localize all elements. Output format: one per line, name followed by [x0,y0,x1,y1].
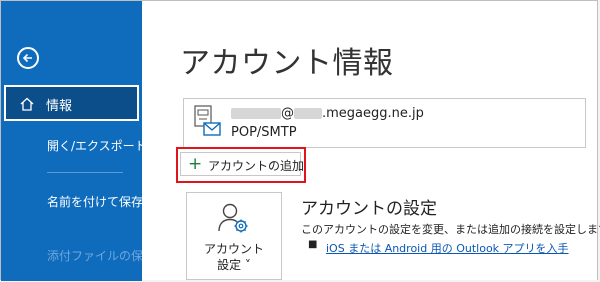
sidebar-item-label: 情報 [46,99,73,114]
sidebar-item-save-as[interactable]: 名前を付けて保存 [47,193,143,210]
sidebar-item-info[interactable]: 情報 [4,85,139,121]
account-type: POP/SMTP [231,125,297,140]
account-selector[interactable]: @ .megaegg.ne.jp POP/SMTP [183,98,586,148]
redacted-text [231,108,281,119]
sidebar-item-open-export[interactable]: 開く/エクスポート [47,137,147,154]
account-settings-icon [218,203,248,233]
account-settings-button[interactable]: アカウント 設定 ˅ [186,192,282,280]
sidebar-divider [47,172,123,173]
section-description: このアカウントの設定を変更、または追加の接続を設定します。 [301,223,600,236]
back-button[interactable] [17,47,39,69]
plus-icon: + [188,154,203,174]
settings-tile-label: アカウント [203,242,264,256]
settings-tile-label-dropdown: 設定 ˅ [217,258,251,272]
section-title: アカウントの設定 [301,199,437,219]
email-account-icon [194,105,221,136]
account-email: @ .megaegg.ne.jp [231,106,424,121]
sidebar-item-save-attachments: 添付ファイルの保存 [47,249,156,263]
redacted-text [294,108,322,119]
back-arrow-icon [22,53,32,63]
backstage-sidebar: 情報 開く/エクスポート 名前を付けて保存 添付ファイルの保存 [1,1,155,281]
home-icon [20,97,34,111]
add-account-button[interactable]: + アカウントの追加 [180,152,305,176]
add-account-label: アカウントの追加 [208,159,305,173]
page-title: アカウント情報 [180,46,394,81]
bullet-icon: ■ [308,239,318,250]
get-outlook-app-link[interactable]: iOS または Android 用の Outlook アプリを入手 [326,240,569,256]
